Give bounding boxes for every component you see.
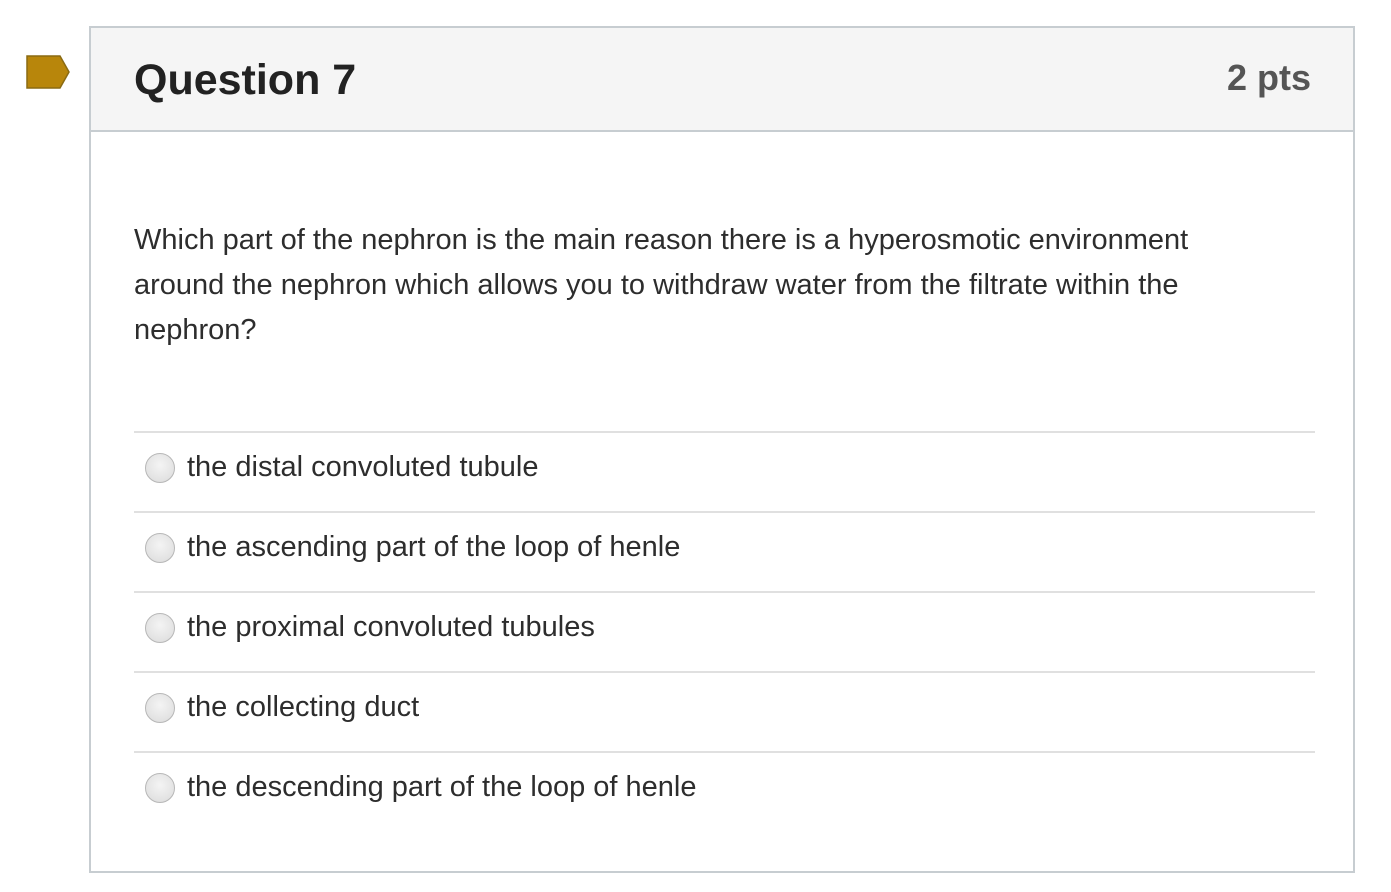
answer-option[interactable]: the ascending part of the loop of henle xyxy=(134,511,1315,591)
radio-button[interactable] xyxy=(145,693,175,723)
radio-button[interactable] xyxy=(145,453,175,483)
answer-option[interactable]: the proximal convoluted tubules xyxy=(134,591,1315,671)
flag-question-icon[interactable] xyxy=(26,55,70,89)
answer-list: the distal convoluted tubule the ascendi… xyxy=(134,431,1315,831)
answer-label[interactable]: the ascending part of the loop of henle xyxy=(187,529,680,565)
answer-label[interactable]: the collecting duct xyxy=(187,689,419,725)
question-card: Question 7 2 pts Which part of the nephr… xyxy=(89,26,1355,873)
radio-button[interactable] xyxy=(145,773,175,803)
question-header: Question 7 2 pts xyxy=(91,28,1353,132)
answer-option[interactable]: the collecting duct xyxy=(134,671,1315,751)
question-points: 2 pts xyxy=(1226,57,1311,98)
radio-button[interactable] xyxy=(145,533,175,563)
answer-label[interactable]: the proximal convoluted tubules xyxy=(187,609,595,645)
answer-label[interactable]: the distal convoluted tubule xyxy=(187,449,538,485)
radio-button[interactable] xyxy=(145,613,175,643)
question-title: Question 7 xyxy=(134,56,357,104)
answer-label[interactable]: the descending part of the loop of henle xyxy=(187,769,697,805)
question-text: Which part of the nephron is the main re… xyxy=(134,224,1189,346)
answer-option[interactable]: the descending part of the loop of henle xyxy=(134,751,1315,831)
answer-option[interactable]: the distal convoluted tubule xyxy=(134,431,1315,511)
